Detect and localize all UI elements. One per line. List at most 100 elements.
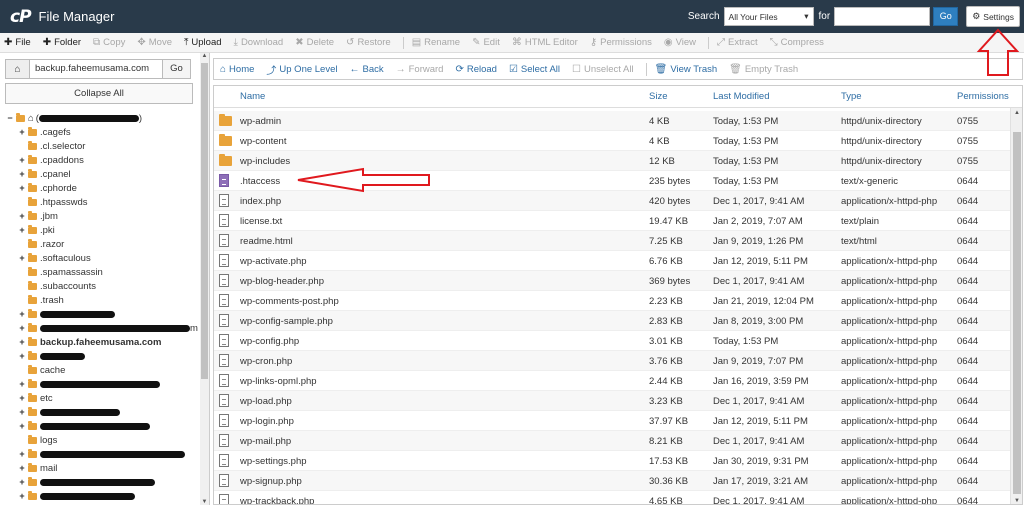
toolbar-copy-button[interactable]: ⧉ Copy: [93, 37, 125, 48]
toolbar-download-button[interactable]: ⤓ Download: [234, 37, 284, 48]
table-row[interactable]: wp-admin 4 KB Today, 1:53 PM httpd/unix-dir…: [214, 111, 1010, 131]
tree-item[interactable]: + m: [6, 321, 198, 335]
tree-item[interactable]: .spamassassin: [6, 265, 198, 279]
tree-item[interactable]: .subaccounts: [6, 279, 198, 293]
tree-item[interactable]: .trash: [6, 293, 198, 307]
tree-item[interactable]: + mail: [6, 461, 198, 475]
nav-back-button[interactable]: ← Back: [349, 64, 383, 75]
toolbar-move-button[interactable]: ✥ Move: [137, 37, 172, 48]
column-header-type[interactable]: Type: [841, 91, 862, 102]
table-row[interactable]: wp-load.php 3.23 KB Dec 1, 2017, 9:41 AM ap…: [214, 391, 1010, 411]
path-input[interactable]: backup.faheemusama.com: [30, 59, 163, 79]
scroll-up-icon[interactable]: ▲: [1011, 110, 1022, 116]
tree-scrollbar-thumb[interactable]: [201, 63, 208, 379]
table-row[interactable]: wp-trackback.php 4.65 KB Dec 1, 2017, 9:41…: [214, 491, 1010, 504]
expand-icon[interactable]: +: [18, 323, 26, 333]
table-row[interactable]: wp-activate.php 6.76 KB Jan 12, 2019, 5:11…: [214, 251, 1010, 271]
expand-icon[interactable]: +: [18, 379, 26, 389]
column-header-name[interactable]: Name: [240, 91, 265, 102]
table-row[interactable]: index.php 420 bytes Dec 1, 2017, 9:41 AM ap…: [214, 191, 1010, 211]
table-row[interactable]: license.txt 19.47 KB Jan 2, 2019, 7:07 AM t…: [214, 211, 1010, 231]
toolbar-folder-button[interactable]: ✚ Folder: [43, 37, 81, 48]
tree-item[interactable]: +: [6, 489, 198, 503]
expand-icon[interactable]: +: [18, 449, 26, 459]
tree-item[interactable]: + .pki: [6, 223, 198, 237]
toolbar-extract-button[interactable]: ⤢ Extract: [708, 37, 758, 49]
nav-reload-button[interactable]: ⟳ Reload: [455, 64, 497, 75]
tree-item[interactable]: + .cpanel: [6, 167, 198, 181]
tree-item[interactable]: +: [6, 307, 198, 321]
tree-item[interactable]: − ⌂(): [6, 111, 198, 125]
expand-icon[interactable]: +: [18, 211, 26, 221]
expand-icon[interactable]: +: [18, 393, 26, 403]
nav-up-one-level-button[interactable]: ⤴ Up One Level: [266, 62, 337, 77]
expand-icon[interactable]: +: [18, 309, 26, 319]
tree-item[interactable]: .htpasswds: [6, 195, 198, 209]
tree-item[interactable]: +: [6, 447, 198, 461]
table-row[interactable]: wp-comments-post.php 2.23 KB Jan 21, 2019,…: [214, 291, 1010, 311]
tree-item[interactable]: +: [6, 377, 198, 391]
scroll-down-icon[interactable]: ▼: [200, 499, 209, 505]
toolbar-rename-button[interactable]: ▤ Rename: [403, 37, 460, 49]
tree-item[interactable]: +: [6, 349, 198, 363]
path-go-button[interactable]: Go: [163, 59, 191, 79]
tree-item[interactable]: + .cphorde: [6, 181, 198, 195]
tree-item[interactable]: + etc: [6, 391, 198, 405]
tree-scrollbar[interactable]: ▲ ▼: [200, 53, 209, 505]
toolbar-html-editor-button[interactable]: ⌘ HTML Editor: [512, 37, 578, 48]
tree-item[interactable]: cache: [6, 363, 198, 377]
expand-icon[interactable]: +: [18, 155, 26, 165]
table-row[interactable]: wp-config.php 3.01 KB Today, 1:53 PM applic…: [214, 331, 1010, 351]
toolbar-file-button[interactable]: ✚ File: [4, 37, 31, 48]
expand-icon[interactable]: +: [18, 491, 26, 501]
tree-item[interactable]: +: [6, 405, 198, 419]
tree-item[interactable]: +: [6, 419, 198, 433]
scroll-up-icon[interactable]: ▲: [200, 53, 209, 59]
toolbar-upload-button[interactable]: ⤒ Upload: [184, 37, 222, 48]
nav-select-all-button[interactable]: ☑ Select All: [509, 64, 560, 75]
collapse-all-button[interactable]: Collapse All: [5, 83, 193, 104]
expand-icon[interactable]: +: [18, 169, 26, 179]
table-row[interactable]: wp-blog-header.php 369 bytes Dec 1, 2017, …: [214, 271, 1010, 291]
file-list-scrollbar[interactable]: ▲ ▼: [1010, 108, 1022, 504]
tree-item[interactable]: + .softaculous: [6, 251, 198, 265]
expand-icon[interactable]: +: [18, 225, 26, 235]
scroll-down-icon[interactable]: ▼: [1011, 498, 1022, 504]
expand-icon[interactable]: +: [18, 337, 26, 347]
table-row[interactable]: wp-settings.php 17.53 KB Jan 30, 2019, 9:3…: [214, 451, 1010, 471]
toolbar-restore-button[interactable]: ↺ Restore: [346, 37, 391, 48]
table-row[interactable]: wp-links-opml.php 2.44 KB Jan 16, 2019, 3:…: [214, 371, 1010, 391]
search-input[interactable]: [834, 7, 931, 26]
tree-item[interactable]: + .jbm: [6, 209, 198, 223]
tree-item[interactable]: logs: [6, 433, 198, 447]
table-row[interactable]: readme.html 7.25 KB Jan 9, 2019, 1:26 PM te…: [214, 231, 1010, 251]
nav-home-button[interactable]: ⌂ Home: [220, 64, 254, 75]
tree-item[interactable]: +: [6, 475, 198, 489]
home-directory-button[interactable]: ⌂: [5, 59, 30, 79]
nav-forward-button[interactable]: → Forward: [396, 64, 444, 75]
expand-icon[interactable]: +: [18, 183, 26, 193]
table-row[interactable]: wp-signup.php 30.36 KB Jan 17, 2019, 3:21 …: [214, 471, 1010, 491]
column-header-size[interactable]: Size: [649, 91, 667, 102]
tree-item[interactable]: + .cagefs: [6, 125, 198, 139]
toolbar-edit-button[interactable]: ✎ Edit: [472, 37, 500, 48]
table-row[interactable]: .htaccess 235 bytes Today, 1:53 PM text/x-g…: [214, 171, 1010, 191]
file-list-scrollbar-thumb[interactable]: [1013, 132, 1021, 494]
tree-item[interactable]: .cl.selector: [6, 139, 198, 153]
table-row[interactable]: wp-cron.php 3.76 KB Jan 9, 2019, 7:07 PM ap…: [214, 351, 1010, 371]
nav-empty-trash-button[interactable]: 🗑 Empty Trash: [729, 64, 798, 75]
search-go-button[interactable]: Go: [933, 7, 959, 26]
table-row[interactable]: wp-content 4 KB Today, 1:53 PM httpd/unix-d…: [214, 131, 1010, 151]
expand-icon[interactable]: +: [18, 351, 26, 361]
expand-icon[interactable]: +: [18, 463, 26, 473]
expand-icon[interactable]: +: [18, 421, 26, 431]
expand-icon[interactable]: +: [18, 253, 26, 263]
tree-item[interactable]: .razor: [6, 237, 198, 251]
tree-item[interactable]: + .cpaddons: [6, 153, 198, 167]
toolbar-compress-button[interactable]: ⤡ Compress: [770, 37, 824, 48]
table-row[interactable]: wp-mail.php 8.21 KB Dec 1, 2017, 9:41 AM ap…: [214, 431, 1010, 451]
toolbar-permissions-button[interactable]: ⚷ Permissions: [590, 37, 652, 48]
expand-icon[interactable]: +: [18, 477, 26, 487]
toolbar-delete-button[interactable]: ✖ Delete: [295, 37, 334, 48]
collapse-icon[interactable]: −: [6, 113, 14, 123]
